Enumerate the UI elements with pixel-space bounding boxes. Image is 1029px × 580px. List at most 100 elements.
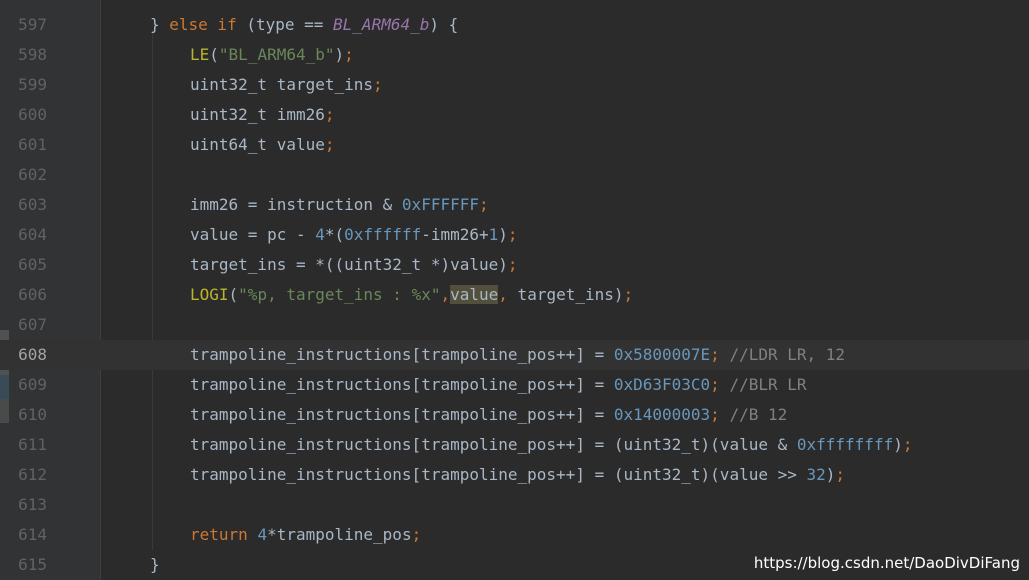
code-line[interactable]: 611 trampoline_instructions[trampoline_po… bbox=[0, 430, 1029, 460]
code-line[interactable]: 600 uint32_t imm26; bbox=[0, 100, 1029, 130]
code-line[interactable]: 612 trampoline_instructions[trampoline_po… bbox=[0, 460, 1029, 490]
line-number: 605 bbox=[18, 255, 47, 274]
line-number: 606 bbox=[18, 285, 47, 304]
code-text: LE("BL_ARM64_b"); bbox=[190, 40, 354, 70]
code-token: value = pc - bbox=[190, 225, 316, 244]
code-token: uint32_t imm26 bbox=[190, 105, 325, 124]
code-token: 0xffffffff bbox=[796, 435, 894, 454]
code-text: uint32_t imm26; bbox=[190, 100, 335, 130]
code-token: *trampoline_pos bbox=[267, 525, 412, 544]
code-token: value bbox=[450, 285, 499, 304]
line-number: 608 bbox=[18, 345, 47, 364]
line-number: 615 bbox=[18, 555, 47, 574]
code-line[interactable]: 601 uint64_t value; bbox=[0, 130, 1029, 160]
code-token: } bbox=[150, 15, 170, 34]
code-text: uint64_t value; bbox=[190, 130, 335, 160]
code-line[interactable]: 606 LOGI("%p, target_ins : %x",value, tar… bbox=[0, 280, 1029, 310]
code-token: , bbox=[440, 285, 451, 304]
code-token: else if bbox=[169, 15, 237, 34]
code-line[interactable]: 608 trampoline_instructions[trampoline_po… bbox=[0, 340, 1029, 370]
code-token: 0x14000003 bbox=[613, 405, 711, 424]
code-token: ; bbox=[710, 345, 720, 364]
code-token: imm26 = instruction & bbox=[190, 195, 402, 214]
line-number: 610 bbox=[18, 405, 47, 424]
code-line[interactable]: 610 trampoline_instructions[trampoline_po… bbox=[0, 400, 1029, 430]
code-token: ( bbox=[209, 45, 219, 64]
code-text: return 4*trampoline_pos; bbox=[190, 520, 421, 550]
code-token: ; bbox=[507, 255, 518, 274]
code-line[interactable]: 597 } else if (type == BL_ARM64_b) { bbox=[0, 10, 1029, 40]
line-number: 597 bbox=[18, 15, 47, 34]
code-token: LE bbox=[190, 45, 210, 64]
code-line[interactable]: 607 bbox=[0, 310, 1029, 340]
code-token: ) bbox=[893, 435, 903, 454]
code-token: ; bbox=[344, 45, 354, 64]
line-number: 607 bbox=[18, 315, 47, 334]
code-token: "BL_ARM64_b" bbox=[218, 45, 335, 64]
line-number: 603 bbox=[18, 195, 47, 214]
code-token: //B 12 bbox=[719, 405, 788, 424]
code-token: ) { bbox=[429, 15, 459, 34]
code-token: ) bbox=[334, 45, 345, 64]
line-number: 613 bbox=[18, 495, 47, 514]
code-token: trampoline_instructions[trampoline_pos++… bbox=[190, 345, 614, 364]
code-token: ; bbox=[324, 135, 335, 154]
line-number: 609 bbox=[18, 375, 47, 394]
code-token: ; bbox=[623, 285, 634, 304]
code-text: } bbox=[150, 550, 160, 580]
code-token: trampoline_instructions[trampoline_pos++… bbox=[190, 435, 797, 454]
code-token: } bbox=[150, 555, 160, 574]
code-line[interactable]: 599 uint32_t target_ins; bbox=[0, 70, 1029, 100]
code-token: ; bbox=[373, 75, 383, 94]
code-line[interactable]: 598 LE("BL_ARM64_b"); bbox=[0, 40, 1029, 70]
code-line[interactable]: 609 trampoline_instructions[trampoline_po… bbox=[0, 370, 1029, 400]
code-token: LOGI bbox=[190, 285, 229, 304]
code-line[interactable]: 604 value = pc - 4*(0xffffff-imm26+1); bbox=[0, 220, 1029, 250]
watermark-url: https://blog.csdn.net/DaoDivDiFang bbox=[753, 554, 1020, 572]
code-token: 0xD63F03C0 bbox=[613, 375, 711, 394]
code-text: LOGI("%p, target_ins : %x",value, target… bbox=[190, 280, 633, 310]
code-token: //LDR LR, 12 bbox=[719, 345, 846, 364]
code-token: uint64_t value bbox=[190, 135, 325, 154]
line-number: 599 bbox=[18, 75, 47, 94]
code-token: 4 bbox=[315, 225, 325, 244]
code-text: uint32_t target_ins; bbox=[190, 70, 383, 100]
code-line[interactable]: 614 return 4*trampoline_pos; bbox=[0, 520, 1029, 550]
code-token: ; bbox=[835, 465, 846, 484]
code-token: ; bbox=[478, 195, 489, 214]
line-number: 601 bbox=[18, 135, 47, 154]
code-token: ; bbox=[507, 225, 518, 244]
code-text: trampoline_instructions[trampoline_pos++… bbox=[190, 370, 807, 400]
code-token: ; bbox=[710, 405, 720, 424]
line-number: 600 bbox=[18, 105, 47, 124]
code-text: trampoline_instructions[trampoline_pos++… bbox=[190, 460, 845, 490]
code-token: , bbox=[498, 285, 508, 304]
code-token: 0x5800007E bbox=[613, 345, 711, 364]
code-text: } else if (type == BL_ARM64_b) { bbox=[150, 10, 458, 40]
code-line[interactable]: 602 bbox=[0, 160, 1029, 190]
code-text: value = pc - 4*(0xffffff-imm26+1); bbox=[190, 220, 518, 250]
code-line[interactable]: 605 target_ins = *((uint32_t *)value); bbox=[0, 250, 1029, 280]
code-token: trampoline_instructions[trampoline_pos++… bbox=[190, 465, 807, 484]
code-text: trampoline_instructions[trampoline_pos++… bbox=[190, 400, 787, 430]
code-line[interactable]: 603 imm26 = instruction & 0xFFFFFF; bbox=[0, 190, 1029, 220]
line-number: 602 bbox=[18, 165, 47, 184]
line-number: 604 bbox=[18, 225, 47, 244]
code-token: BL_ARM64_b bbox=[333, 15, 430, 34]
code-token: *( bbox=[324, 225, 345, 244]
code-token: return bbox=[190, 525, 258, 544]
code-token: trampoline_instructions[trampoline_pos++… bbox=[190, 375, 614, 394]
code-line[interactable]: 613 bbox=[0, 490, 1029, 520]
line-number: 611 bbox=[18, 435, 47, 454]
code-editor[interactable]: 597 } else if (type == BL_ARM64_b) { 598 LE… bbox=[0, 0, 1029, 580]
code-token: ; bbox=[710, 375, 720, 394]
code-token: ; bbox=[411, 525, 422, 544]
line-number: 598 bbox=[18, 45, 47, 64]
code-token: 0xffffff bbox=[344, 225, 422, 244]
code-text: trampoline_instructions[trampoline_pos++… bbox=[190, 430, 912, 460]
code-token: target_ins = *((uint32_t *)value) bbox=[190, 255, 508, 274]
code-token: 0xFFFFFF bbox=[401, 195, 479, 214]
code-token: ) bbox=[825, 465, 836, 484]
code-token: target_ins) bbox=[507, 285, 624, 304]
code-text: target_ins = *((uint32_t *)value); bbox=[190, 250, 518, 280]
